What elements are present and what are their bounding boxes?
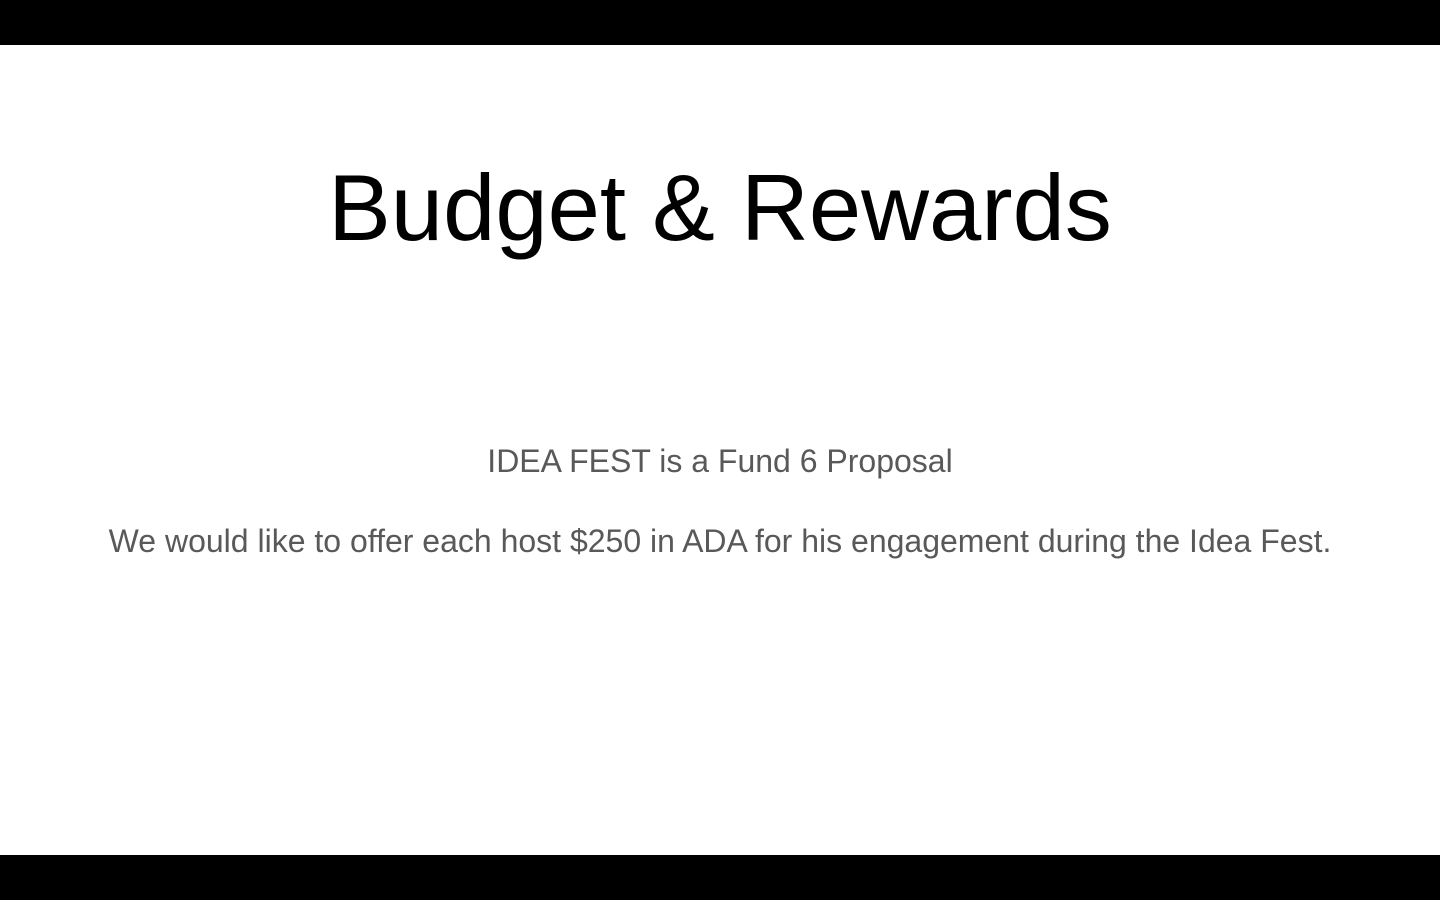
letterbox-bottom	[0, 855, 1440, 900]
body-line-proposal: IDEA FEST is a Fund 6 Proposal	[487, 443, 953, 479]
presentation-viewer: Budget & Rewards IDEA FEST is a Fund 6 P…	[0, 0, 1440, 900]
slide[interactable]: Budget & Rewards IDEA FEST is a Fund 6 P…	[0, 45, 1440, 855]
letterbox-top	[0, 0, 1440, 45]
slide-body: IDEA FEST is a Fund 6 Proposal We would …	[0, 441, 1440, 561]
slide-title: Budget & Rewards	[328, 155, 1112, 260]
body-line-offer: We would like to offer each host $250 in…	[108, 523, 1332, 559]
